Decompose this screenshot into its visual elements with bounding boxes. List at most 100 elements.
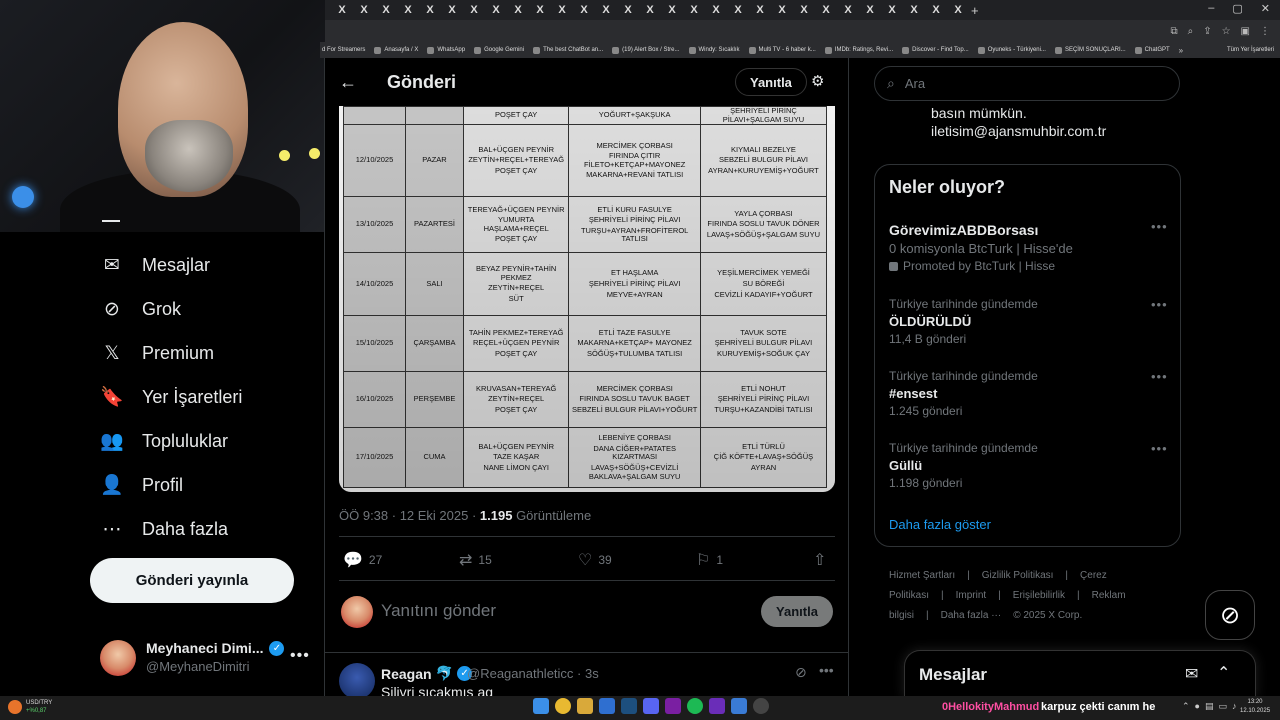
bookmark-action[interactable]: ⚐ 1 <box>696 550 723 570</box>
browser-tab-x-icon[interactable]: X <box>859 4 881 16</box>
bookmark-item[interactable]: Windy: Sıcaklık <box>688 46 740 54</box>
footer-link[interactable]: Erişilebilirlik <box>1013 590 1065 601</box>
new-tab-icon[interactable]: + <box>971 3 979 18</box>
browser-tab-x-icon[interactable]: X <box>639 4 661 16</box>
like-action[interactable]: ♡ 39 <box>578 550 612 570</box>
browser-tab-x-icon[interactable]: X <box>793 4 815 16</box>
browser-tab-x-icon[interactable]: X <box>727 4 749 16</box>
maximize-icon[interactable]: ▢ <box>1232 2 1242 15</box>
account-more-icon[interactable]: ••• <box>290 647 310 665</box>
close-icon[interactable]: ✕ <box>1261 2 1270 15</box>
repost-action[interactable]: ⇄ 15 <box>459 550 492 570</box>
clock[interactable]: 13:20 12.10.2025 <box>1240 698 1270 716</box>
browser-tab-x-icon[interactable]: X <box>881 4 903 16</box>
discord-icon[interactable] <box>643 698 659 714</box>
bookmark-item[interactable]: d For Streamers <box>322 47 365 53</box>
browser-tab-x-icon[interactable]: X <box>595 4 617 16</box>
browser-tab-x-icon[interactable]: X <box>507 4 529 16</box>
browser-tab-x-icon[interactable]: X <box>441 4 463 16</box>
bookmark-item[interactable]: (19) Alert Box / Stre... <box>612 46 680 54</box>
nav-item-mesajlar[interactable]: ✉ Mesajlar <box>100 250 210 280</box>
extensions-icon[interactable]: ▣ <box>1241 26 1250 37</box>
browser-tab-x-icon[interactable]: X <box>903 4 925 16</box>
app-icon[interactable] <box>731 698 747 714</box>
account-avatar[interactable] <box>100 640 136 676</box>
star-icon[interactable]: ☆ <box>1222 26 1231 37</box>
trend-more-icon[interactable]: ••• <box>1151 219 1168 234</box>
bookmark-item[interactable]: SEÇİM SONUÇLARI... <box>1054 46 1126 54</box>
browser-tab-x-icon[interactable]: X <box>375 4 397 16</box>
browser-tab-x-icon[interactable]: X <box>749 4 771 16</box>
browser-tab-x-icon[interactable]: X <box>353 4 375 16</box>
menu-icon[interactable]: ⋮ <box>1260 26 1270 37</box>
browser-tab-x-icon[interactable]: X <box>485 4 507 16</box>
browser-tab-x-icon[interactable]: X <box>683 4 705 16</box>
browser-tab-x-icon[interactable]: X <box>419 4 441 16</box>
reply-submit-button[interactable]: Yanıtla <box>761 596 833 627</box>
search-input[interactable] <box>904 76 1145 91</box>
twitch-icon[interactable] <box>665 698 681 714</box>
browser-tab-x-icon[interactable]: X <box>837 4 859 16</box>
show-more-link[interactable]: Daha fazla göster <box>889 517 991 532</box>
bookmark-item[interactable]: ChatGPT <box>1134 46 1170 54</box>
bookmark-item[interactable]: The best ChatBot an... <box>533 46 603 54</box>
post-time[interactable]: ÖÖ 9:38 · 12 Eki 2025 · <box>339 508 480 523</box>
bookmark-item[interactable]: WhatsApp <box>427 46 465 54</box>
nav-item-daha-fazla[interactable]: ⋯ Daha fazla <box>100 514 229 544</box>
browser-tab-x-icon[interactable]: X <box>463 4 485 16</box>
grok-floating-button[interactable]: ⊘ <box>1205 590 1255 640</box>
reply-author-name[interactable]: Reagan 🐬 ✓ <box>381 665 473 682</box>
browser-tab-x-icon[interactable]: X <box>551 4 573 16</box>
bookmark-item[interactable]: Discover - Find Top... <box>902 46 969 54</box>
profile-bio-email[interactable]: iletisim@ajansmuhbir.com.tr <box>931 123 1106 139</box>
reply-pill-button[interactable]: Yanıtla <box>735 68 807 96</box>
browser-tab-x-icon[interactable]: X <box>661 4 683 16</box>
nav-item-topluluklar[interactable]: 👥 Topluluklar <box>100 426 228 456</box>
cast-icon[interactable]: ⧉ <box>1170 26 1177 37</box>
back-arrow-icon[interactable]: ← <box>339 72 369 93</box>
browser-tab-x-icon[interactable]: X <box>771 4 793 16</box>
nav-item-yer-i-şaretleri[interactable]: 🔖 Yer İşaretleri <box>100 382 242 412</box>
browser-tab-x-icon[interactable]: X <box>617 4 639 16</box>
reply-action[interactable]: 💬 27 <box>343 550 382 570</box>
spotify-icon[interactable] <box>687 698 703 714</box>
trend-item[interactable]: Türkiye tarihinde gündemde ÖLDÜRÜLDÜ 11,4 … <box>889 297 1038 346</box>
trend-more-icon[interactable]: ••• <box>1151 297 1168 312</box>
minimize-icon[interactable]: – <box>1208 2 1214 15</box>
system-tray[interactable]: ⌃ ● ▤ ▭ ♪ <box>1182 701 1237 712</box>
footer-link[interactable]: © 2025 X Corp. <box>1013 610 1082 621</box>
footer-link[interactable]: Daha fazla ··· <box>941 610 1002 621</box>
share-action[interactable]: ⇧ <box>813 550 826 570</box>
account-name[interactable]: Meyhaneci Dimi... ✓ <box>146 640 285 656</box>
windows-start-icon[interactable] <box>533 698 549 714</box>
share-icon[interactable]: ⇪ <box>1203 26 1211 37</box>
all-bookmarks-folder[interactable]: Tüm Yer İşaretleri <box>1227 47 1280 53</box>
file-explorer-icon[interactable] <box>577 698 593 714</box>
post-button[interactable]: Gönderi yayınla <box>90 558 294 603</box>
trend-more-icon[interactable]: ••• <box>1151 369 1168 384</box>
filter-sliders-icon[interactable]: ⚙ <box>811 72 824 90</box>
bookmark-item[interactable]: Anasayfa / X <box>374 46 418 54</box>
nav-item-profil[interactable]: 👤 Profil <box>100 470 183 500</box>
trend-more-icon[interactable]: ••• <box>1151 441 1168 456</box>
app-icon[interactable] <box>709 698 725 714</box>
bookmark-item[interactable]: IMDb: Ratings, Revi... <box>824 46 893 54</box>
trend-item[interactable]: Türkiye tarihinde gündemde #ensest 1.245 g… <box>889 369 1038 418</box>
bookmark-item[interactable]: Multi TV - 6 haber k... <box>748 46 816 54</box>
currency-ticker[interactable]: USD/TRY +%0,87 <box>8 699 52 715</box>
bookmarks-overflow-icon[interactable]: » <box>1179 46 1183 55</box>
chrome-icon[interactable] <box>555 698 571 714</box>
mic-icon[interactable]: ● <box>1195 701 1200 712</box>
browser-tab-x-icon[interactable]: X <box>397 4 419 16</box>
reply-input[interactable] <box>381 594 751 628</box>
browser-tab-x-icon[interactable]: X <box>925 4 947 16</box>
messages-drawer[interactable]: Mesajlar ✉ ⌃ <box>904 650 1256 698</box>
browser-tab-x-icon[interactable]: X <box>529 4 551 16</box>
network-icon[interactable]: ▤ <box>1205 701 1214 712</box>
menu-table-image[interactable]: POŞET ÇAY YOĞURT+ŞAKŞUKA ŞEHRİYELİ PİRİNÇ … <box>339 106 835 492</box>
footer-link[interactable]: Hizmet Şartları <box>889 570 955 581</box>
nav-item-grok[interactable]: ⊘ Grok <box>100 294 181 324</box>
chevron-up-icon[interactable]: ⌃ <box>1182 701 1190 712</box>
promoted-trend[interactable]: GörevimizABDBorsası 0 komisyonla BtcTurk… <box>889 219 1073 273</box>
steam-icon[interactable] <box>621 698 637 714</box>
